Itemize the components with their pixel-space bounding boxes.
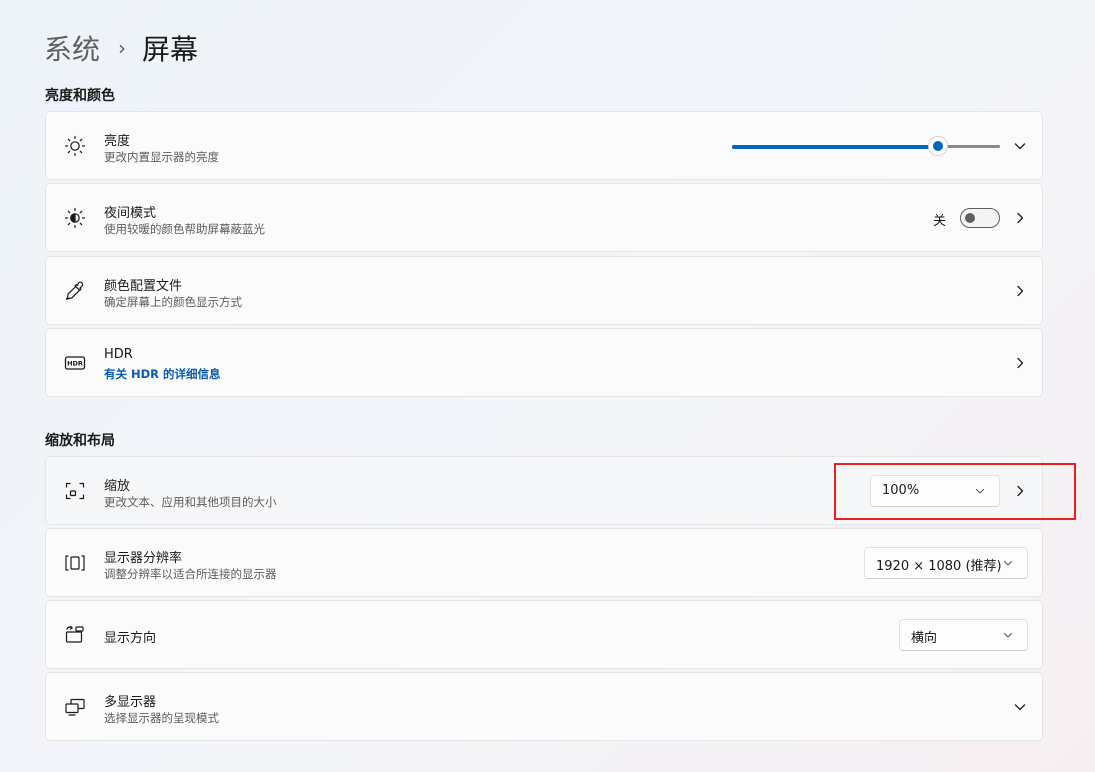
orientation-dropdown-value: 横向 [911,631,938,646]
chevron-right-icon[interactable] [1012,355,1028,371]
chevron-right-icon[interactable] [1012,283,1028,299]
night-light-toggle[interactable] [960,208,1000,228]
resolution-icon [62,550,88,576]
color-profile-card[interactable]: 颜色配置文件 确定屏幕上的颜色显示方式 [45,256,1043,325]
multi-display-title: 多显示器 [104,695,157,710]
breadcrumb-parent-link[interactable]: 系统 [44,28,100,68]
resolution-dropdown[interactable]: 1920 × 1080 (推荐) [864,547,1028,579]
resolution-title: 显示器分辨率 [104,551,183,566]
orientation-title: 显示方向 [104,631,157,646]
color-profile-title: 颜色配置文件 [104,279,183,294]
section-title-scale-layout: 缩放和布局 [45,433,115,449]
scale-icon [62,478,88,504]
slider-fill [732,144,939,149]
brightness-title: 亮度 [104,134,131,149]
brightness-card[interactable]: 亮度 更改内置显示器的亮度 [45,111,1043,180]
orientation-dropdown[interactable]: 横向 [899,619,1028,651]
multi-display-icon [62,694,88,720]
hdr-icon: HDR [62,350,88,376]
resolution-dropdown-value: 1920 × 1080 (推荐) [876,559,1002,574]
orientation-card[interactable]: 显示方向 横向 [45,600,1043,669]
svg-text:HDR: HDR [67,360,83,368]
night-light-state-label: 关 [933,214,947,229]
night-light-title: 夜间模式 [104,206,157,221]
hdr-card[interactable]: HDR HDR 有关 HDR 的详细信息 [45,328,1043,397]
chevron-down-icon[interactable] [1012,699,1028,715]
scale-title: 缩放 [104,479,131,494]
resolution-card[interactable]: 显示器分辨率 调整分辨率以适合所连接的显示器 1920 × 1080 (推荐) [45,528,1043,597]
chevron-down-icon [1001,628,1015,642]
annotation-highlight-box [834,463,1076,520]
scale-subtitle: 更改文本、应用和其他项目的大小 [104,495,277,509]
page-title: 屏幕 [142,33,199,66]
orientation-icon [62,622,88,648]
hdr-title: HDR [104,347,133,362]
night-light-icon [62,205,88,231]
multi-display-card[interactable]: 多显示器 选择显示器的呈现模式 [45,672,1043,741]
chevron-right-icon[interactable] [1012,210,1028,226]
night-light-card[interactable]: 夜间模式 使用较暖的颜色帮助屏幕蔽蓝光 关 [45,183,1043,252]
chevron-down-icon [1001,556,1015,570]
color-profile-subtitle: 确定屏幕上的颜色显示方式 [104,295,242,309]
eyedropper-icon [62,278,88,304]
multi-display-subtitle: 选择显示器的呈现模式 [104,711,219,725]
night-light-subtitle: 使用较暖的颜色帮助屏幕蔽蓝光 [104,222,265,236]
hdr-learn-more-link[interactable]: 有关 HDR 的详细信息 [104,366,221,382]
breadcrumb-separator: › [118,36,127,60]
brightness-subtitle: 更改内置显示器的亮度 [104,150,219,164]
resolution-subtitle: 调整分辨率以适合所连接的显示器 [104,567,277,581]
sun-icon [62,133,88,159]
slider-thumb[interactable] [928,136,949,156]
section-title-brightness-color: 亮度和颜色 [45,88,115,104]
brightness-slider[interactable] [732,136,1000,156]
chevron-down-icon[interactable] [1012,138,1028,154]
breadcrumb: 系统 › 屏幕 [44,28,198,68]
